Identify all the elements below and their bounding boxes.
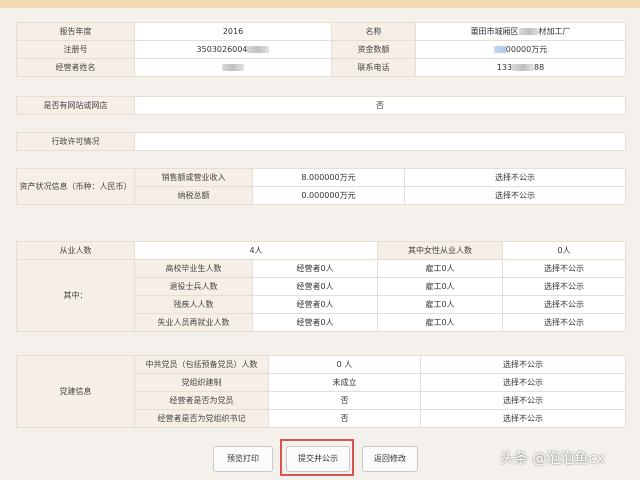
redaction	[493, 46, 506, 53]
table-row: 经营者姓名 联系电话 133 88	[16, 58, 626, 77]
party-table: 党建信息 中共党员（包括预备党员）人数 0 人 选择不公示 党组织建制 未成立 …	[16, 355, 626, 428]
party-item-value: 0 人	[268, 355, 421, 374]
party-item-status: 选择不公示	[420, 391, 626, 410]
license-value	[134, 132, 626, 151]
capital-value: 00000万元	[415, 40, 626, 59]
phone-value: 133 88	[415, 58, 626, 77]
disclosure-status: 选择不公示	[502, 313, 626, 332]
website-label: 是否有网站或网店	[16, 96, 135, 115]
female-count-label: 其中女性从业人数	[377, 241, 503, 260]
operator-name-label: 经营者姓名	[16, 58, 135, 77]
operator-name-value	[134, 58, 332, 77]
party-item-name: 党组织建制	[134, 373, 269, 392]
redaction	[247, 46, 270, 53]
name-value: 莆田市城厢区 材加工厂	[415, 22, 626, 41]
name-label: 名称	[331, 22, 416, 41]
operator-count: 经营者0人	[252, 295, 378, 314]
assets-item-name: 纳税总额	[134, 186, 253, 205]
redaction	[512, 64, 535, 71]
table-row: 是否有网站或网店 否	[16, 96, 626, 115]
hired-count: 雇工0人	[377, 259, 503, 278]
assets-item-value: 8.000000万元	[252, 168, 405, 187]
table-row: 其中： 高校毕业生人数 经营者0人 雇工0人 选择不公示	[16, 259, 626, 332]
party-item-value: 未成立	[268, 373, 421, 392]
operator-count: 经营者0人	[252, 277, 378, 296]
basic-info-table: 报告年度 2016 名称 莆田市城厢区 材加工厂 注册号 3503026004 资…	[16, 22, 626, 77]
reg-number-value: 3503026004	[134, 40, 332, 59]
page-frame: 报告年度 2016 名称 莆田市城厢区 材加工厂 注册号 3503026004 资…	[0, 0, 640, 480]
party-item-status: 选择不公示	[420, 373, 626, 392]
employee-category: 残疾人人数	[134, 295, 253, 314]
table-row: 党建信息 中共党员（包括预备党员）人数 0 人 选择不公示	[16, 355, 626, 428]
redaction	[222, 64, 244, 71]
employees-sub-label: 其中：	[16, 259, 135, 332]
operator-count: 经营者0人	[252, 259, 378, 278]
party-item-name: 经营者是否为党组织书记	[134, 409, 269, 428]
table-row: 从业人数 4人 其中女性从业人数 0人	[16, 241, 626, 260]
hired-count: 雇工0人	[377, 313, 503, 332]
table-row: 行政许可情况	[16, 132, 626, 151]
license-table: 行政许可情况	[16, 132, 626, 151]
report-year-label: 报告年度	[16, 22, 135, 41]
employee-category: 高校毕业生人数	[134, 259, 253, 278]
female-count-value: 0人	[502, 241, 626, 260]
redaction	[518, 28, 539, 35]
assets-item-value: 0.000000万元	[252, 186, 405, 205]
employee-category: 退役士兵人数	[134, 277, 253, 296]
report-year-value: 2016	[134, 22, 332, 41]
license-label: 行政许可情况	[16, 132, 135, 151]
party-item-value: 否	[268, 391, 421, 410]
table-row: 注册号 3503026004 资金数额 00000万元	[16, 40, 626, 59]
highlight-box	[280, 439, 354, 476]
reg-number-label: 注册号	[16, 40, 135, 59]
preview-print-button[interactable]: 预览打印	[213, 446, 273, 472]
assets-item-status: 选择不公示	[404, 168, 626, 187]
assets-item-name: 销售额或营业收入	[134, 168, 253, 187]
website-value: 否	[134, 96, 626, 115]
employee-count-label: 从业人数	[16, 241, 135, 260]
party-item-status: 选择不公示	[420, 409, 626, 428]
assets-item-status: 选择不公示	[404, 186, 626, 205]
hired-count: 雇工0人	[377, 295, 503, 314]
table-row: 资产状况信息（币种：人民币） 销售额或营业收入 8.000000万元 选择不公示	[16, 168, 626, 205]
watermark: 头条 @泡泡鱼cx	[500, 451, 605, 467]
operator-count: 经营者0人	[252, 313, 378, 332]
phone-label: 联系电话	[331, 58, 416, 77]
party-label: 党建信息	[16, 355, 135, 428]
disclosure-status: 选择不公示	[502, 277, 626, 296]
hired-count: 雇工0人	[377, 277, 503, 296]
employees-table: 从业人数 4人 其中女性从业人数 0人 其中： 高校毕业生人数 经营者0人 雇工…	[16, 241, 626, 332]
employee-count-value: 4人	[134, 241, 378, 260]
party-item-name: 中共党员（包括预备党员）人数	[134, 355, 269, 374]
disclosure-status: 选择不公示	[502, 295, 626, 314]
assets-table: 资产状况信息（币种：人民币） 销售额或营业收入 8.000000万元 选择不公示…	[16, 168, 626, 205]
assets-label: 资产状况信息（币种：人民币）	[16, 168, 135, 205]
capital-label: 资金数额	[331, 40, 416, 59]
employee-category: 失业人员再就业人数	[134, 313, 253, 332]
party-item-status: 选择不公示	[420, 355, 626, 374]
website-table: 是否有网站或网店 否	[16, 96, 626, 115]
party-item-name: 经营者是否为党员	[134, 391, 269, 410]
party-item-value: 否	[268, 409, 421, 428]
back-edit-button[interactable]: 返回修改	[362, 446, 418, 472]
top-bar	[0, 0, 640, 8]
disclosure-status: 选择不公示	[502, 259, 626, 278]
table-row: 报告年度 2016 名称 莆田市城厢区 材加工厂	[16, 22, 626, 41]
